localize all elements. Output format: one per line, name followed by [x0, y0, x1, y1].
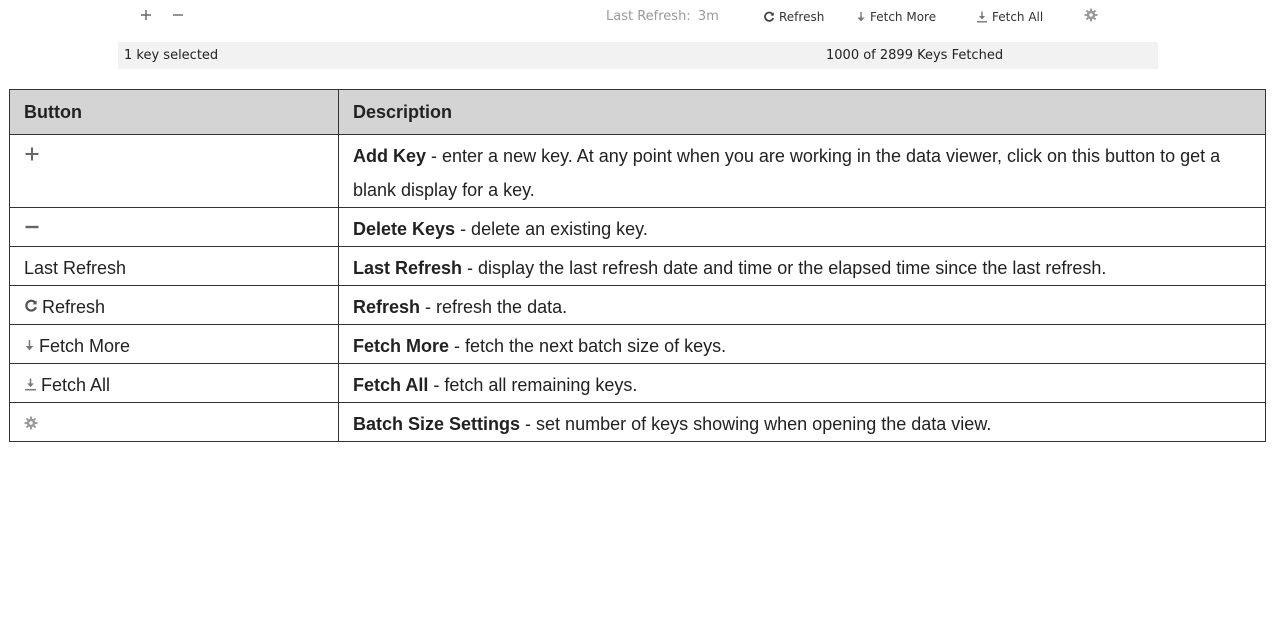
- add-key-button[interactable]: [140, 9, 152, 21]
- button-cell: [9, 402, 339, 442]
- button-cell: Fetch All: [9, 363, 339, 403]
- description-title: Fetch All: [353, 375, 429, 395]
- batch-size-settings-button[interactable]: [1084, 8, 1098, 22]
- description-text: - display the last refresh date and time…: [462, 258, 1107, 278]
- table-row: Add Key - enter a new key. At any point …: [9, 134, 1266, 208]
- button-cell: [9, 134, 339, 208]
- refresh-button[interactable]: Refresh: [763, 9, 824, 25]
- refresh-icon: [24, 290, 38, 324]
- delete-keys-button[interactable]: [172, 9, 184, 21]
- arrow-down-icon: [856, 11, 866, 23]
- button-cell: [9, 207, 339, 247]
- gear-icon: [1084, 8, 1098, 22]
- button-cell: Refresh: [9, 285, 339, 325]
- description-cell: Batch Size Settings - set number of keys…: [338, 402, 1266, 442]
- table-row: Refresh Refresh - refresh the data.: [9, 285, 1266, 325]
- table-row: Fetch More Fetch More - fetch the next b…: [9, 324, 1266, 364]
- description-title: Delete Keys: [353, 219, 456, 239]
- description-cell: Refresh - refresh the data.: [338, 285, 1266, 325]
- description-text: - enter a new key. At any point when you…: [353, 146, 1221, 200]
- table-row: Fetch All Fetch All - fetch all remainin…: [9, 363, 1266, 403]
- plus-icon: [24, 146, 40, 162]
- table-row: Delete Keys - delete an existing key.: [9, 207, 1266, 247]
- toolbar-button-reference-table: Button Description Add Key - enter a new…: [9, 89, 1266, 442]
- data-viewer-toolbar: Last Refresh: 3m Refresh Fetch More Fetc…: [118, 0, 1158, 36]
- description-title: Batch Size Settings: [353, 414, 521, 434]
- fetch-all-button[interactable]: Fetch All: [976, 9, 1043, 25]
- button-cell: Fetch More: [9, 324, 339, 364]
- button-label: Last Refresh: [24, 258, 127, 278]
- description-cell: Delete Keys - delete an existing key.: [338, 207, 1266, 247]
- keys-fetched-count: 1000 of 2899 Keys Fetched: [826, 48, 1004, 63]
- description-title: Refresh: [353, 297, 421, 317]
- arrow-down-to-line-icon: [24, 368, 37, 402]
- gear-icon: [24, 416, 38, 430]
- last-refresh-indicator: Last Refresh: 3m: [606, 9, 719, 25]
- refresh-icon: [763, 11, 775, 23]
- selection-count: 1 key selected: [124, 48, 219, 63]
- button-label: Fetch More: [39, 336, 131, 356]
- description-title: Fetch More: [353, 336, 450, 356]
- description-text: - fetch all remaining keys.: [428, 375, 638, 395]
- table-row: Batch Size Settings - set number of keys…: [9, 402, 1266, 442]
- description-cell: Last Refresh - display the last refresh …: [338, 246, 1266, 286]
- fetch-all-label: Fetch All: [992, 10, 1044, 24]
- description-text: - refresh the data.: [420, 297, 568, 317]
- arrow-down-to-line-icon: [976, 11, 988, 23]
- table-header-row: Button Description: [9, 89, 1266, 135]
- description-title: Add Key: [353, 146, 427, 166]
- table-row: Last Refresh Last Refresh - display the …: [9, 246, 1266, 286]
- description-cell: Fetch More - fetch the next batch size o…: [338, 324, 1266, 364]
- description-cell: Fetch All - fetch all remaining keys.: [338, 363, 1266, 403]
- column-header-description: Description: [338, 89, 1266, 135]
- minus-icon: [172, 9, 184, 21]
- last-refresh-value: 3m: [697, 9, 719, 24]
- button-cell: Last Refresh: [9, 246, 339, 286]
- refresh-label: Refresh: [779, 10, 825, 24]
- status-bar: 1 key selected 1000 of 2899 Keys Fetched: [118, 42, 1158, 69]
- fetch-more-label: Fetch More: [870, 10, 937, 24]
- minus-icon: [24, 219, 40, 235]
- column-header-button: Button: [9, 89, 339, 135]
- arrow-down-icon: [24, 329, 35, 363]
- plus-icon: [140, 9, 152, 21]
- description-text: - delete an existing key.: [455, 219, 648, 239]
- button-label: Fetch All: [41, 375, 111, 395]
- description-text: - fetch the next batch size of keys.: [449, 336, 727, 356]
- button-label: Refresh: [42, 297, 106, 317]
- fetch-more-button[interactable]: Fetch More: [856, 9, 936, 25]
- description-title: Last Refresh: [353, 258, 463, 278]
- description-text: - set number of keys showing when openin…: [520, 414, 992, 434]
- last-refresh-label: Last Refresh:: [606, 9, 691, 24]
- description-cell: Add Key - enter a new key. At any point …: [338, 134, 1266, 208]
